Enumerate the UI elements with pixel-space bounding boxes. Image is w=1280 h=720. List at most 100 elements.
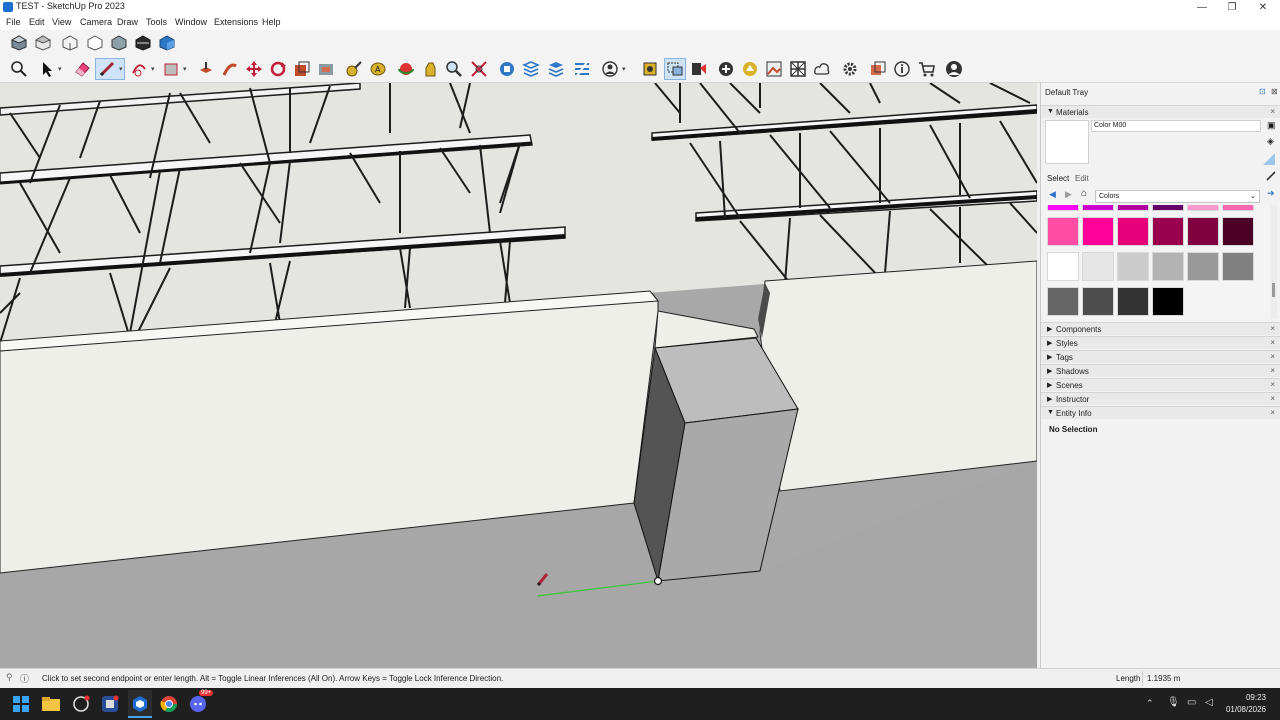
close-icon[interactable]: ×: [1270, 107, 1275, 116]
close-icon[interactable]: ×: [1270, 352, 1275, 361]
3d-warehouse-icon[interactable]: [498, 60, 516, 78]
styles-panel-header[interactable]: ▶ Styles ×: [1041, 336, 1280, 349]
back-arrow-icon[interactable]: ◀: [1049, 189, 1056, 200]
menu-file[interactable]: File: [6, 17, 21, 27]
material-name-field[interactable]: Color M00: [1091, 120, 1261, 132]
settings-icon[interactable]: [841, 60, 859, 78]
info-icon[interactable]: ⓘ: [20, 672, 29, 685]
front-view-icon[interactable]: [61, 34, 79, 52]
search-icon[interactable]: [10, 60, 28, 78]
close-button[interactable]: ✕: [1248, 0, 1278, 15]
color-swatch[interactable]: [1152, 217, 1184, 246]
tab-edit[interactable]: Edit: [1075, 174, 1089, 183]
instructor-panel-header[interactable]: ▶ Instructor ×: [1041, 392, 1280, 405]
photo-texture-icon[interactable]: [765, 60, 783, 78]
library-select[interactable]: Colors ⌄: [1095, 190, 1260, 203]
chrome-icon[interactable]: [160, 695, 178, 713]
tab-select[interactable]: Select: [1047, 174, 1069, 183]
forward-arrow-icon[interactable]: ▶: [1065, 189, 1072, 200]
microphone-icon[interactable]: 🎙: [1167, 697, 1180, 708]
color-swatch[interactable]: [1082, 287, 1114, 316]
left-view-icon[interactable]: [134, 34, 152, 52]
dropper-shape-icon[interactable]: [1263, 153, 1275, 165]
chevron-up-icon[interactable]: ⌃: [1146, 698, 1154, 709]
swatch-scrollbar[interactable]: [1271, 205, 1277, 319]
paint-bucket-icon[interactable]: ◈: [1267, 136, 1274, 147]
solid-inspector-icon[interactable]: [641, 60, 659, 78]
discord-icon[interactable]: [189, 695, 207, 713]
section-plane-icon[interactable]: [690, 60, 708, 78]
cart-icon[interactable]: [918, 60, 936, 78]
cloud-sync-icon[interactable]: [813, 60, 831, 78]
menu-view[interactable]: View: [52, 17, 71, 27]
color-swatch[interactable]: [1117, 252, 1149, 281]
grid-tool-icon[interactable]: [789, 60, 807, 78]
color-swatch[interactable]: [1082, 217, 1114, 246]
eraser-icon[interactable]: [73, 60, 91, 78]
details-arrow-icon[interactable]: ➜: [1267, 188, 1275, 199]
orbit-icon[interactable]: [397, 60, 415, 78]
color-swatch[interactable]: [1117, 217, 1149, 246]
color-swatch[interactable]: [1152, 287, 1184, 316]
rectangle-tool-icon[interactable]: [162, 60, 180, 78]
right-view-icon[interactable]: [86, 34, 104, 52]
scale-tool-icon[interactable]: [293, 60, 311, 78]
color-swatch[interactable]: [1117, 205, 1149, 211]
color-swatch[interactable]: [1152, 205, 1184, 211]
push-pull-icon[interactable]: [197, 60, 215, 78]
chevron-down-icon[interactable]: ▾: [622, 65, 626, 73]
home-icon[interactable]: ⌂: [1081, 188, 1087, 199]
components-panel-header[interactable]: ▶ Components ×: [1041, 322, 1280, 335]
volume-icon[interactable]: ◁: [1205, 697, 1213, 708]
select-tool-icon[interactable]: [38, 60, 56, 78]
minimize-button[interactable]: —: [1187, 0, 1217, 15]
menu-extensions[interactable]: Extensions: [214, 17, 258, 27]
back-view-icon[interactable]: [110, 34, 128, 52]
geo-location-icon[interactable]: ⚲: [6, 672, 13, 683]
color-swatch[interactable]: [1222, 205, 1254, 211]
chatgpt-icon[interactable]: [101, 695, 119, 713]
zoom-icon[interactable]: [445, 60, 463, 78]
profile-icon[interactable]: [945, 60, 963, 78]
outliner-icon[interactable]: [869, 60, 887, 78]
color-swatch[interactable]: [1187, 217, 1219, 246]
materials-panel-header[interactable]: ▼ Materials ×: [1041, 105, 1280, 118]
close-icon[interactable]: ×: [1270, 408, 1275, 417]
close-icon[interactable]: ×: [1270, 338, 1275, 347]
chevron-down-icon[interactable]: ▾: [119, 65, 123, 73]
bottom-view-icon[interactable]: [158, 34, 176, 52]
rotate-tool-icon[interactable]: [269, 60, 287, 78]
info-icon[interactable]: [893, 60, 911, 78]
layout-icon[interactable]: [547, 60, 565, 78]
pin-icon[interactable]: ⊡: [1259, 87, 1266, 96]
pan-icon[interactable]: [421, 60, 439, 78]
menu-help[interactable]: Help: [262, 17, 281, 27]
close-icon[interactable]: ⊠: [1271, 87, 1278, 96]
color-swatch[interactable]: [1047, 252, 1079, 281]
entity-info-panel-header[interactable]: ▼ Entity Info ×: [1041, 406, 1280, 419]
scene-canvas[interactable]: [0, 83, 1037, 668]
close-icon[interactable]: ×: [1270, 366, 1275, 375]
close-icon[interactable]: ×: [1270, 324, 1275, 333]
menu-camera[interactable]: Camera: [80, 17, 112, 27]
scenes-panel-header[interactable]: ▶ Scenes ×: [1041, 378, 1280, 391]
close-icon[interactable]: ×: [1270, 394, 1275, 403]
menu-draw[interactable]: Draw: [117, 17, 138, 27]
shadows-panel-header[interactable]: ▶ Shadows ×: [1041, 364, 1280, 377]
color-swatch[interactable]: [1117, 287, 1149, 316]
color-swatch[interactable]: [1082, 205, 1114, 211]
windows-start-icon[interactable]: [13, 696, 29, 712]
zoom-extents-icon[interactable]: [470, 60, 488, 78]
iso-view-icon[interactable]: [10, 34, 28, 52]
color-swatch[interactable]: [1187, 205, 1219, 211]
scrollbar-thumb[interactable]: [1272, 283, 1275, 297]
extension-manager-icon[interactable]: [573, 60, 591, 78]
color-swatch[interactable]: [1187, 252, 1219, 281]
menu-window[interactable]: Window: [175, 17, 207, 27]
move-tool-icon[interactable]: [245, 60, 263, 78]
arc-tool-icon[interactable]: [130, 60, 148, 78]
add-location-icon[interactable]: [717, 60, 735, 78]
create-material-icon[interactable]: ▣: [1267, 120, 1276, 131]
chevron-down-icon[interactable]: ▾: [58, 65, 62, 73]
follow-me-icon[interactable]: [221, 60, 239, 78]
